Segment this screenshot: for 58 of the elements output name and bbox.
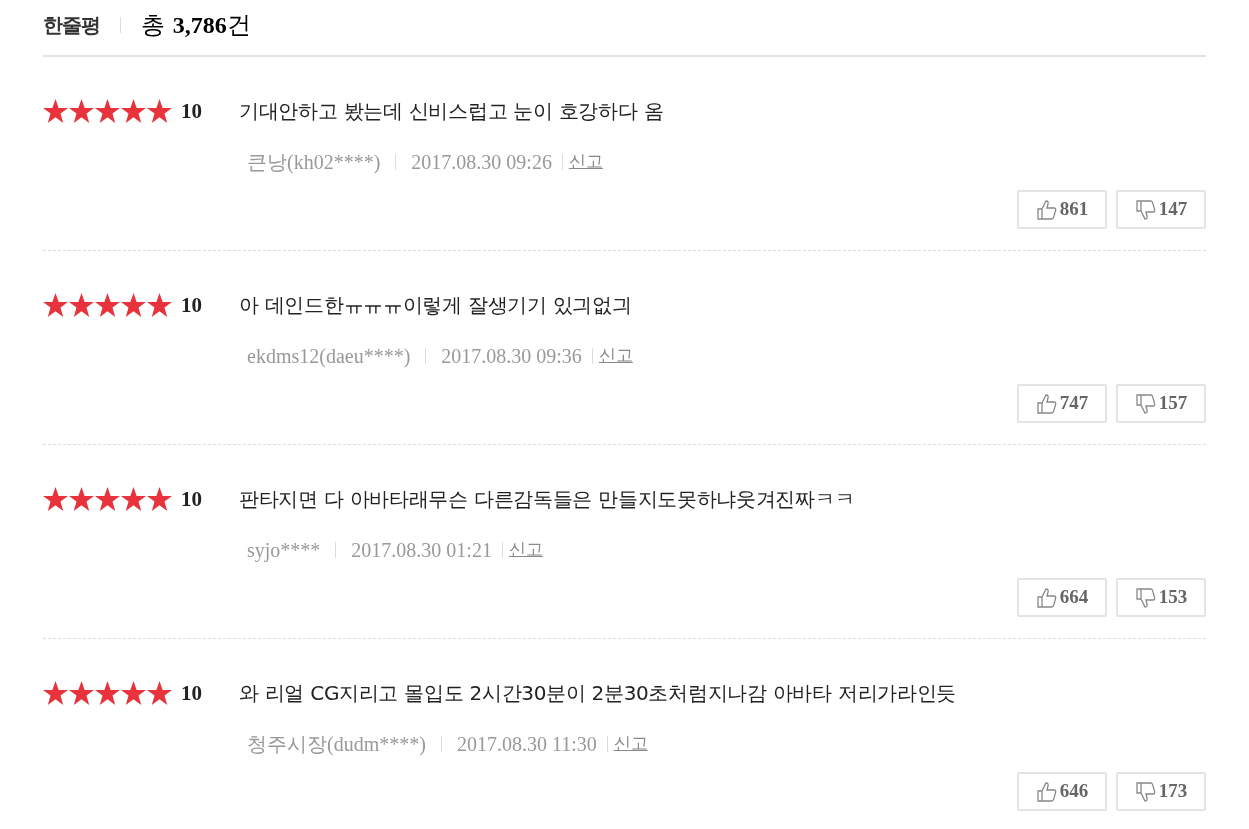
- review-text: 판타지면 다 아바타래무슨 다른감독들은 만들지도못하냐웃겨진짜ㅋㅋ: [239, 489, 855, 509]
- star-icon: [69, 681, 94, 705]
- section-title: 한줄평: [43, 11, 100, 39]
- thumbs-up-icon: [1035, 780, 1058, 803]
- star-icon: [121, 293, 146, 317]
- review-date: 2017.08.30 09:36: [441, 344, 582, 369]
- star-icon: [43, 99, 68, 123]
- star-icon: [43, 681, 68, 705]
- like-button[interactable]: 664: [1017, 578, 1107, 617]
- star-icon: [147, 293, 172, 317]
- review-text: 기대안하고 봤는데 신비스럽고 눈이 호강하다 옴: [239, 101, 664, 121]
- thumbs-down-icon: [1134, 780, 1157, 803]
- like-button[interactable]: 747: [1017, 384, 1107, 423]
- dislike-button[interactable]: 147: [1116, 190, 1206, 229]
- rating-score: 10: [180, 294, 203, 316]
- thumbs-up-icon: [1035, 586, 1058, 609]
- report-link[interactable]: 신고: [568, 149, 603, 175]
- rating-score: 10: [180, 488, 203, 510]
- star-icon: [69, 99, 94, 123]
- author-name: 큰낭(kh02****): [247, 150, 381, 176]
- review-date: 2017.08.30 01:21: [351, 538, 492, 563]
- star-icon: [95, 487, 120, 511]
- thumbs-down-icon: [1134, 392, 1157, 415]
- star-icon: [147, 487, 172, 511]
- report-link[interactable]: 신고: [598, 343, 633, 369]
- dislike-button[interactable]: 157: [1116, 384, 1206, 423]
- star-icon: [147, 681, 172, 705]
- thumbs-up-icon: [1035, 198, 1058, 221]
- report-link[interactable]: 신고: [508, 537, 543, 563]
- thumbs-down-icon: [1134, 198, 1157, 221]
- thumbs-up-icon: [1035, 392, 1058, 415]
- author-name: syjo****: [247, 538, 321, 564]
- star-icon: [147, 99, 172, 123]
- star-icon: [121, 681, 146, 705]
- thumbs-down-icon: [1134, 586, 1157, 609]
- review-text: 아 데인드한ㅠㅠㅠ이렇게 잘생기기 있긔없긔: [239, 295, 632, 315]
- review-date: 2017.08.30 09:26: [411, 150, 552, 175]
- report-link[interactable]: 신고: [613, 731, 648, 757]
- star-icon: [95, 681, 120, 705]
- author-name: 청주시장(dudm****): [247, 732, 426, 758]
- star-icon: [69, 487, 94, 511]
- star-icon: [121, 99, 146, 123]
- author-name: ekdms12(daeu****): [247, 344, 411, 370]
- star-icon: [43, 293, 68, 317]
- dislike-button[interactable]: 173: [1116, 772, 1206, 811]
- review-date: 2017.08.30 11:30: [456, 732, 597, 757]
- star-icon: [43, 487, 68, 511]
- rating-score: 10: [180, 682, 203, 704]
- star-icon: [95, 293, 120, 317]
- like-button[interactable]: 861: [1017, 190, 1107, 229]
- rating-score: 10: [180, 100, 203, 122]
- review-text: 와 리얼 CG지리고 몰입도 2시간30분이 2분30초처럼지나감 아바타 저리가라인듯: [239, 683, 957, 703]
- star-icon: [95, 99, 120, 123]
- star-icon: [121, 487, 146, 511]
- star-icon: [69, 293, 94, 317]
- like-button[interactable]: 646: [1017, 772, 1107, 811]
- total-count: 총 3,786건: [141, 9, 251, 41]
- dislike-button[interactable]: 153: [1116, 578, 1206, 617]
